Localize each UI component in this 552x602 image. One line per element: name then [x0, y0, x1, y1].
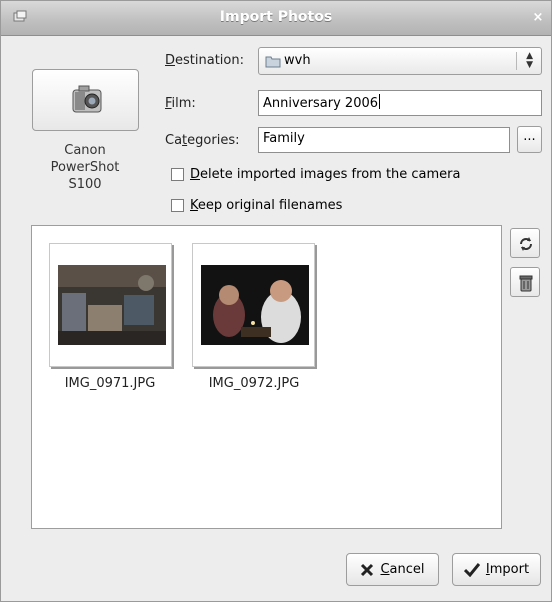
window-title: Import Photos — [219, 9, 333, 25]
photo-filename: IMG_0972.JPG — [208, 376, 300, 391]
import-button[interactable]: Import — [452, 553, 541, 586]
camera-button[interactable] — [32, 69, 139, 131]
photo-image — [201, 265, 309, 345]
film-input[interactable]: Anniversary 2006 — [258, 90, 542, 116]
camera-name: Canon PowerShot S100 — [50, 143, 120, 192]
checkmark-icon — [463, 562, 480, 577]
photo-thumbnail[interactable] — [192, 243, 315, 367]
destination-label: Destination: — [165, 53, 244, 68]
photo-image — [58, 265, 166, 345]
delete-photo-button[interactable] — [510, 267, 540, 297]
categories-input[interactable]: Family — [258, 127, 510, 153]
rotate-button[interactable] — [510, 228, 540, 258]
title-bar[interactable]: Import Photos × — [1, 1, 551, 36]
checkbox-box — [171, 168, 184, 181]
text-cursor — [379, 94, 381, 109]
film-label: Film: — [165, 96, 196, 111]
photo-icon-view[interactable]: IMG_0971.JPG IMG_0972.JPG — [31, 225, 502, 529]
rotate-icon — [520, 237, 532, 251]
cancel-x-icon — [361, 563, 374, 576]
photo-thumbnail[interactable] — [49, 243, 172, 367]
combo-arrows-icon: ▲ ▼ — [526, 51, 533, 70]
categories-label: Categories: — [165, 133, 240, 148]
trash-icon — [519, 275, 533, 292]
close-window-button[interactable]: × — [529, 9, 547, 27]
choose-categories-button[interactable]: ... — [517, 126, 542, 153]
close-icon: × — [532, 10, 544, 25]
cancel-button[interactable]: Cancel — [346, 553, 439, 586]
delete-imported-checkbox[interactable]: Delete imported images from the camera — [171, 167, 461, 182]
photo-filename: IMG_0971.JPG — [64, 376, 156, 391]
keep-filenames-checkbox[interactable]: Keep original filenames — [171, 198, 342, 213]
destination-combo[interactable]: wvh ▲ ▼ — [258, 47, 542, 75]
folder-icon — [265, 56, 281, 68]
import-photos-dialog: Import Photos × Canon PowerShot S100 Des… — [0, 0, 552, 602]
camera-icon — [72, 85, 102, 113]
checkbox-box — [171, 199, 184, 212]
